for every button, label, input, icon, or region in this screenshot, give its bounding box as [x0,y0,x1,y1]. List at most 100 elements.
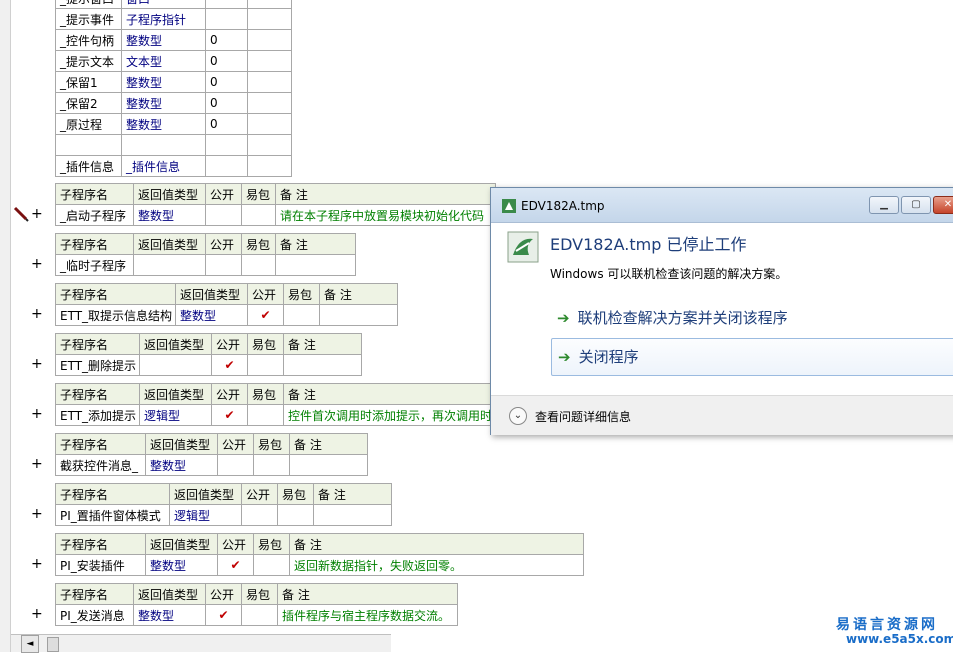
sub-public[interactable]: ✔ [211,354,248,376]
table-row[interactable]: 截获控件消息_ 整数型 [55,454,368,476]
sub-note[interactable] [275,254,356,276]
sub-note[interactable]: 控件首次调用时添加提示，再次调用时 [283,404,496,426]
sub-easy[interactable] [283,304,320,326]
table-row[interactable]: ETT_添加提示 逻辑型 ✔ 控件首次调用时添加提示，再次调用时 [55,404,496,426]
sub-ret[interactable]: 整数型 [145,454,218,476]
subroutine-table: 子程序名 返回值类型 公开 易包备 注 PI_安装插件 整数型 ✔ 返回新数据指针，失败返回… [55,533,584,576]
sub-name[interactable]: PI_置插件窗体模式 [55,504,170,526]
sub-easy[interactable] [247,404,284,426]
var-value: 0 [205,71,248,93]
sub-easy[interactable] [253,554,290,576]
sub-easy[interactable] [241,204,276,226]
sub-easy[interactable] [241,604,278,626]
sub-easy[interactable] [253,454,290,476]
table-row[interactable]: _插件信息 _插件信息 [55,155,292,177]
table-row[interactable]: PI_发送消息 整数型 ✔ 插件程序与宿主程序数据交流。 [55,604,458,626]
table-row[interactable]: PI_安装插件 整数型 ✔ 返回新数据指针，失败返回零。 [55,554,584,576]
table-row[interactable] [55,134,292,156]
sub-name[interactable]: _临时子程序 [55,254,134,276]
table-header-row: 子程序名 返回值类型 公开 易包备 注 [55,583,458,605]
expand-icon[interactable]: + [31,407,43,421]
sub-ret[interactable]: 逻辑型 [139,404,212,426]
var-name: _保留1 [55,71,122,93]
sub-ret[interactable]: 整数型 [175,304,248,326]
sub-public[interactable] [241,504,278,526]
sub-name[interactable]: PI_发送消息 [55,604,134,626]
expand-icon[interactable]: + [31,357,43,371]
expand-icon[interactable]: + [31,457,43,471]
sub-easy[interactable] [247,354,284,376]
minimize-button[interactable]: ▁ [869,196,899,214]
expand-icon[interactable]: + [31,207,43,221]
close-program-option[interactable]: ➔ 关闭程序 [551,338,953,376]
table-row[interactable]: _保留2 整数型 0 [55,92,292,114]
expand-icon[interactable]: + [31,307,43,321]
sub-name[interactable]: ETT_删除提示 [55,354,140,376]
table-row[interactable]: _控件句柄 整数型 0 [55,29,292,51]
table-row[interactable]: _保留1 整数型 0 [55,71,292,93]
sub-note[interactable]: 返回新数据指针，失败返回零。 [289,554,584,576]
table-row[interactable]: ETT_取提示信息结构 整数型 ✔ [55,304,398,326]
sub-public[interactable] [217,454,254,476]
sub-ret[interactable]: 整数型 [145,554,218,576]
header-note: 备 注 [283,333,362,355]
var-value [205,155,248,177]
maximize-button[interactable]: ▢ [901,196,931,214]
sub-easy[interactable] [277,504,314,526]
sub-note[interactable]: 请在本子程序中放置易模块初始化代码 [275,204,496,226]
sub-public[interactable]: ✔ [247,304,284,326]
expand-icon[interactable]: + [31,507,43,521]
sub-name[interactable]: ETT_取提示信息结构 [55,304,176,326]
check-online-option[interactable]: ➔ 联机检查解决方案并关闭该程序 [551,306,953,340]
expand-icon[interactable]: + [31,257,43,271]
sub-name[interactable]: ETT_添加提示 [55,404,140,426]
table-row[interactable]: _临时子程序 [55,254,356,276]
header-easy: 易包 [247,383,284,405]
editor-gutter-divider [10,0,11,652]
view-details-link[interactable]: 查看问题详细信息 [535,408,631,425]
table-row[interactable]: _启动子程序 整数型 请在本子程序中放置易模块初始化代码 [55,204,496,226]
subroutine-table: 子程序名 返回值类型 公开 易包备 注 _临时子程序 [55,233,356,276]
chevron-down-icon[interactable]: ⌄ [509,407,527,425]
scroll-thumb[interactable] [47,637,59,652]
sub-ret[interactable]: 整数型 [133,204,206,226]
sub-public[interactable] [205,254,242,276]
sub-public[interactable]: ✔ [211,404,248,426]
dialog-titlebar[interactable]: EDV182A.tmp ▁ ▢ ✕ [491,188,953,223]
sub-public[interactable] [205,204,242,226]
header-ret: 返回值类型 [139,383,212,405]
table-row[interactable]: _提示事件 子程序指针 [55,8,292,30]
var-value: 0 [205,113,248,135]
sub-note[interactable] [283,354,362,376]
table-row[interactable]: _提示窗口窗口 [55,0,292,9]
sub-note[interactable] [289,454,368,476]
sub-name[interactable]: _启动子程序 [55,204,134,226]
sub-name[interactable]: PI_安装插件 [55,554,146,576]
sub-public[interactable]: ✔ [205,604,242,626]
sub-ret[interactable] [133,254,206,276]
table-row[interactable]: _提示文本 文本型 0 [55,50,292,72]
header-name: 子程序名 [55,433,146,455]
sub-ret[interactable]: 逻辑型 [169,504,242,526]
sub-note[interactable] [313,504,392,526]
sub-easy[interactable] [241,254,276,276]
scroll-left-button[interactable]: ◄ [21,635,39,653]
sub-name[interactable]: 截获控件消息_ [55,454,146,476]
expand-icon[interactable]: + [31,607,43,621]
var-value [205,8,248,30]
close-button[interactable]: ✕ [933,196,953,214]
sub-ret[interactable]: 整数型 [133,604,206,626]
horizontal-scrollbar[interactable]: ◄ [11,634,391,653]
sub-ret[interactable] [139,354,212,376]
sub-note[interactable]: 插件程序与宿主程序数据交流。 [277,604,458,626]
expand-icon[interactable]: + [31,557,43,571]
var-type: 整数型 [121,71,206,93]
var-type: 文本型 [121,50,206,72]
table-row[interactable]: ETT_删除提示 ✔ [55,354,362,376]
dialog-headline: EDV182A.tmp 已停止工作 [550,235,747,254]
sub-note[interactable] [319,304,398,326]
table-row[interactable]: PI_置插件窗体模式 逻辑型 [55,504,392,526]
header-name: 子程序名 [55,333,140,355]
table-row[interactable]: _原过程 整数型 0 [55,113,292,135]
sub-public[interactable]: ✔ [217,554,254,576]
